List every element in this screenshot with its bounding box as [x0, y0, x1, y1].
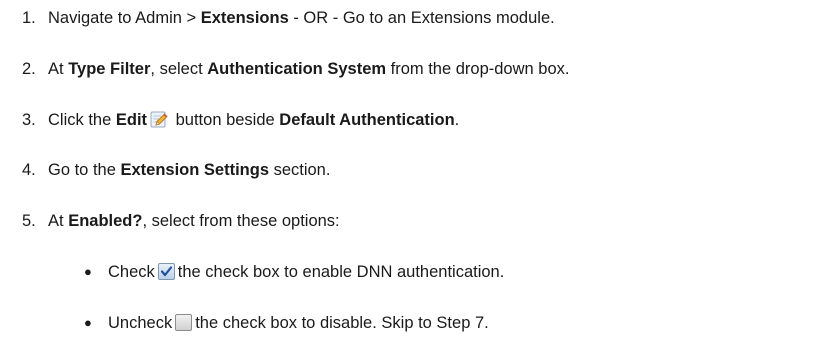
step-emphasis: Authentication System — [207, 60, 387, 78]
option-verb: Uncheck — [108, 314, 173, 332]
checked-checkbox-icon — [157, 263, 175, 285]
step-number: 1. — [22, 9, 36, 27]
step-text: Navigate to Admin > — [48, 9, 201, 27]
step-1: 1. Navigate to Admin > Extensions - OR - … — [22, 8, 555, 28]
step-text: - OR - Go to an Extensions module. — [288, 9, 555, 27]
step-text: At — [48, 212, 69, 230]
option-verb: Check — [108, 263, 155, 281]
step-emphasis: Extension Settings — [120, 161, 269, 179]
step-emphasis: Type Filter — [68, 60, 151, 78]
bullet-dot: ● — [84, 264, 92, 279]
step-number: 4. — [22, 161, 36, 179]
step-text: from the drop-down box. — [386, 60, 570, 78]
step-text: section. — [269, 161, 331, 179]
bullet-dot: ● — [84, 315, 92, 330]
step-number: 2. — [22, 60, 36, 78]
step-text: . — [454, 111, 460, 129]
step-2: 2. At Type Filter, select Authentication … — [22, 59, 569, 79]
step-number: 5. — [22, 212, 36, 230]
edit-pencil-icon — [150, 110, 168, 133]
step-4: 4. Go to the Extension Settings section. — [22, 160, 330, 180]
step-3: 3. Click the Edit button beside Default A… — [22, 110, 459, 133]
step-text: Go to the — [48, 161, 121, 179]
unchecked-checkbox-icon — [175, 314, 193, 336]
step-text: , select from these options: — [142, 212, 340, 230]
step-emphasis: Enabled? — [68, 212, 143, 230]
option-uncheck: ● Uncheck the check box to disable. Skip … — [84, 313, 489, 336]
step-text: button beside — [171, 111, 280, 129]
step-emphasis: Extensions — [200, 9, 289, 27]
option-text: the check box to enable DNN authenticati… — [177, 263, 505, 281]
instructions-document: 1. Navigate to Admin > Extensions - OR - … — [0, 0, 825, 360]
step-number: 3. — [22, 111, 36, 129]
option-text: the check box to disable. Skip to Step 7… — [195, 314, 489, 332]
option-check: ● Check the check box to enable DNN authe… — [84, 262, 504, 285]
step-5: 5. At Enabled?, select from these options… — [22, 211, 340, 231]
step-text: , select — [150, 60, 208, 78]
step-emphasis: Edit — [115, 111, 148, 129]
step-text: At — [48, 60, 69, 78]
step-text: Click the — [48, 111, 116, 129]
step-emphasis: Default Authentication — [279, 111, 455, 129]
